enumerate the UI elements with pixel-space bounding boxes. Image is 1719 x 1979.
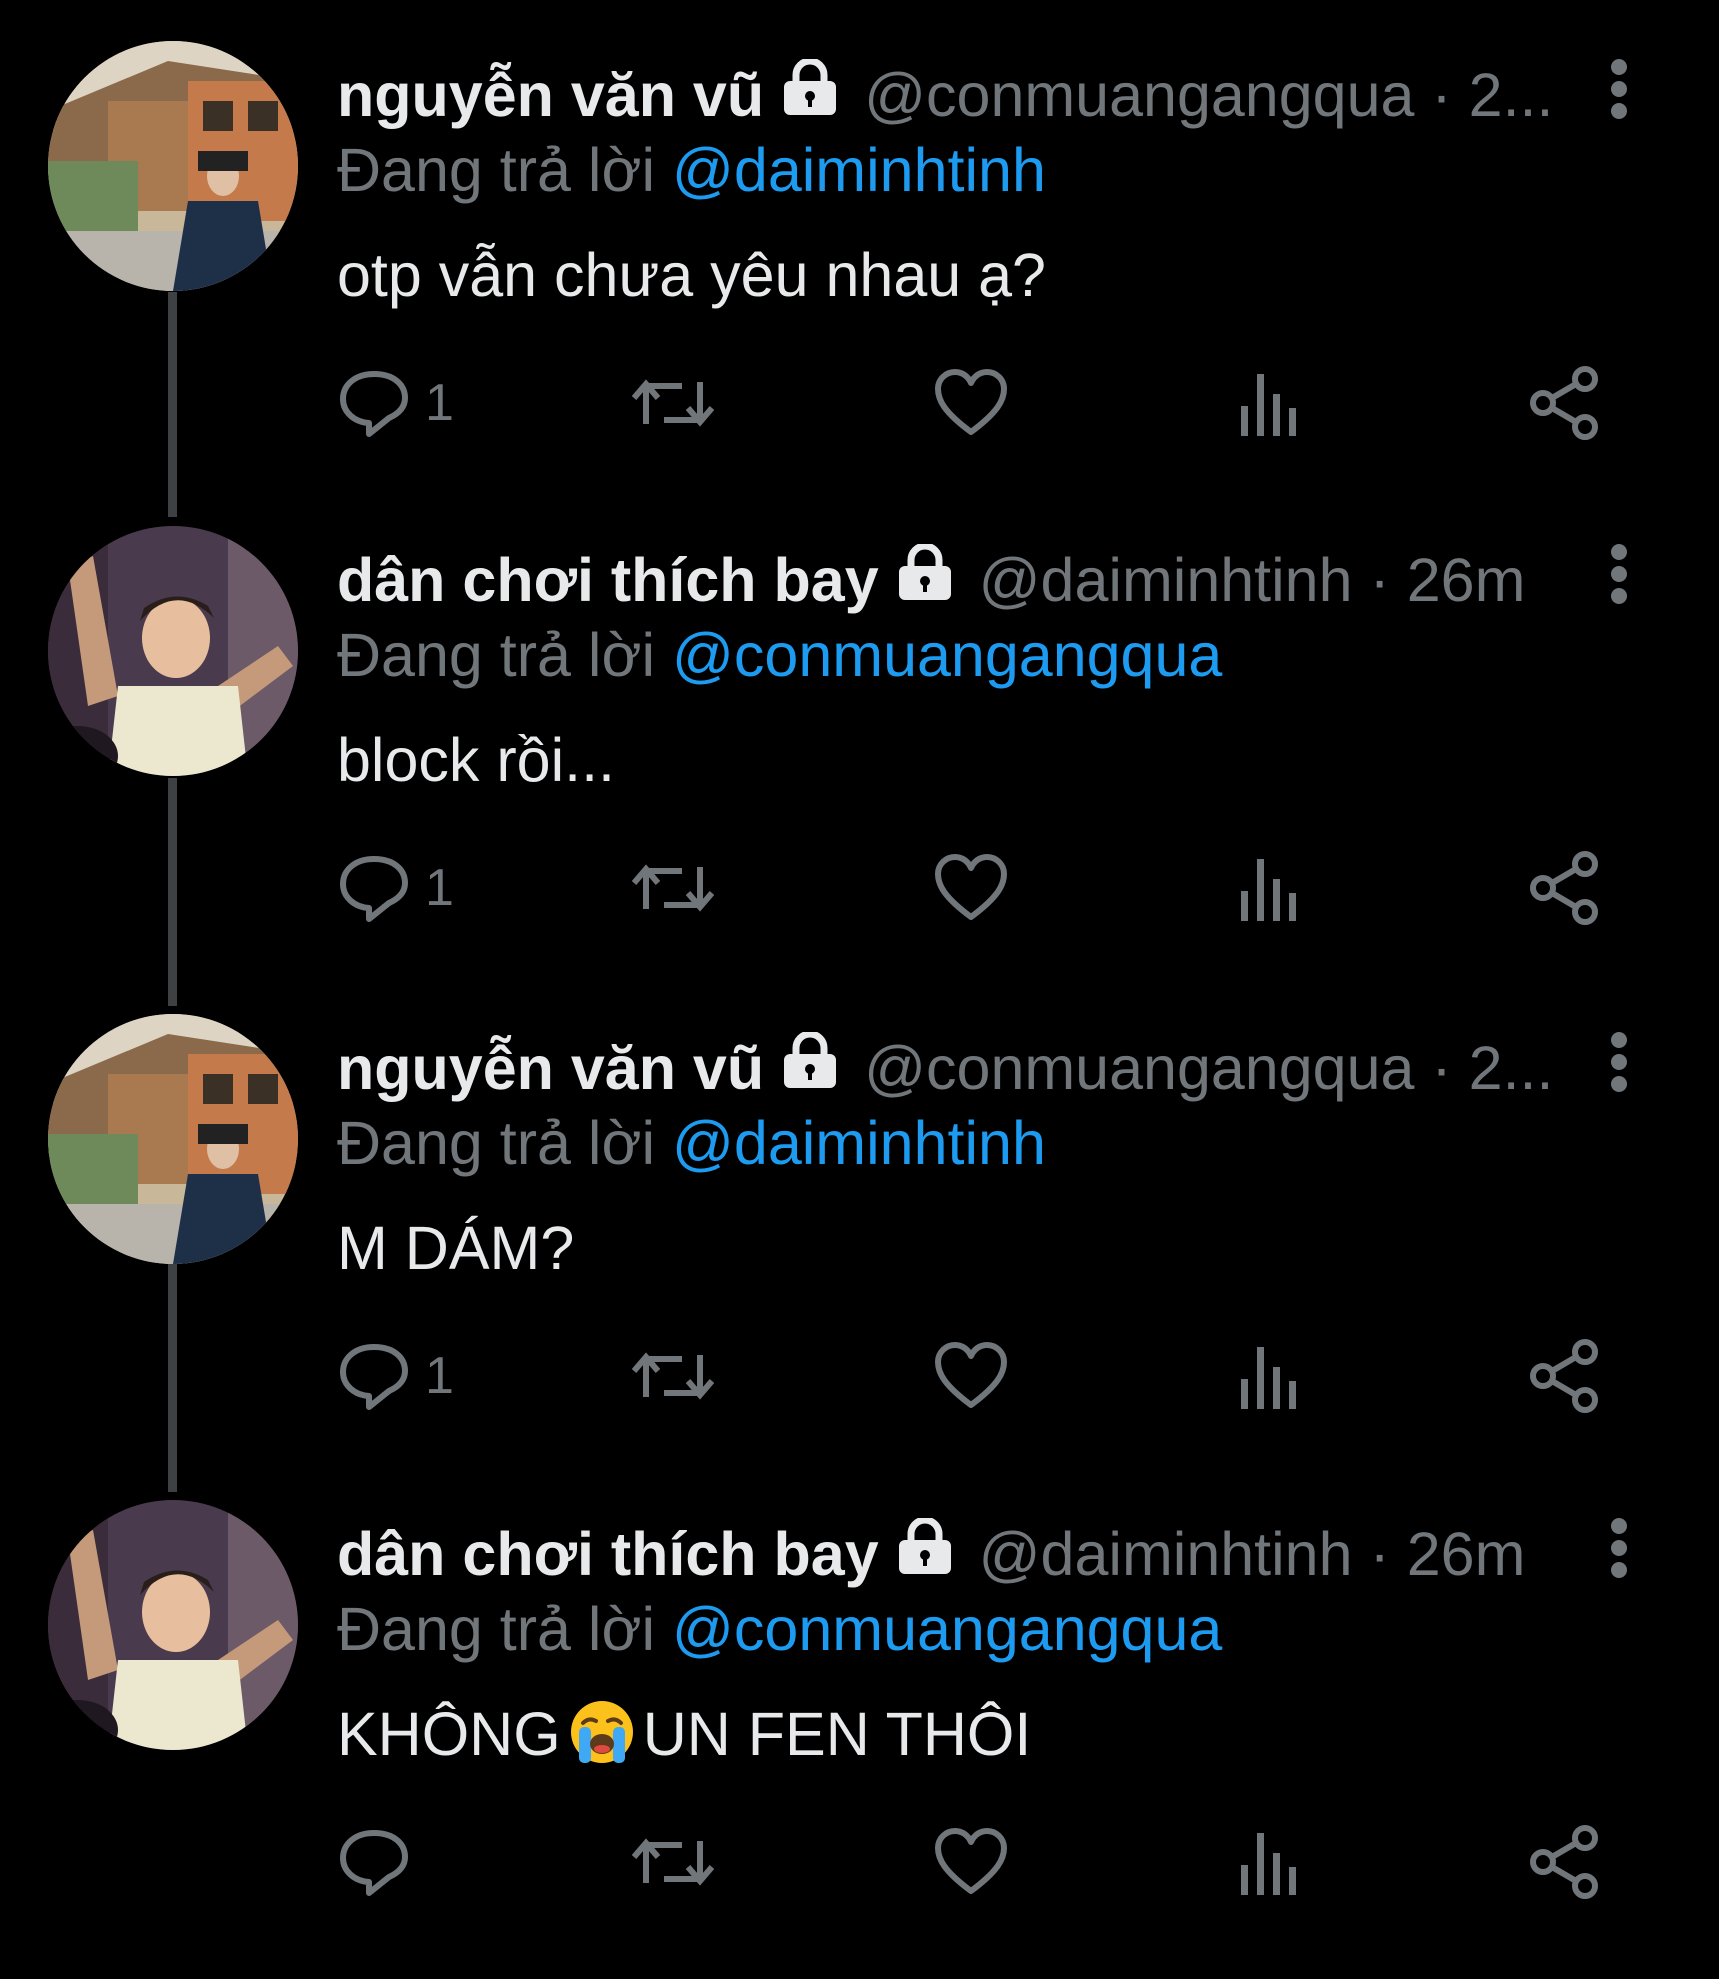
retweet-button[interactable] — [632, 363, 714, 443]
author-handle-time[interactable]: @conmuangangqua · 2... — [864, 1033, 1553, 1103]
loudly-crying-face-icon — [569, 1699, 635, 1779]
share-icon — [1530, 1825, 1598, 1899]
reply-button[interactable] — [337, 1822, 425, 1902]
tweet[interactable]: nguyễn văn vũ @conmuangangqua · 2... Đan… — [0, 35, 1719, 520]
lock-icon — [893, 542, 957, 616]
tweet-header: nguyễn văn vũ @conmuangangqua · 2... — [337, 55, 1567, 135]
tweet-header: nguyễn văn vũ @conmuangangqua · 2... — [337, 1028, 1567, 1108]
heart-icon — [935, 1828, 1007, 1894]
reply-mention-link[interactable]: @daiminhtinh — [672, 136, 1046, 204]
lock-icon — [778, 57, 842, 131]
share-button[interactable] — [1527, 848, 1603, 928]
author-handle-time[interactable]: @daiminhtinh · 26m — [979, 1519, 1526, 1589]
views-button[interactable] — [1237, 848, 1301, 928]
like-button[interactable] — [934, 1822, 1008, 1902]
retweet-icon — [632, 864, 714, 912]
reply-mention-link[interactable]: @conmuangangqua — [672, 621, 1222, 689]
author-display-name[interactable]: dân chơi thích bay — [337, 545, 879, 615]
views-button[interactable] — [1237, 1822, 1301, 1902]
author-handle-time[interactable]: @daiminhtinh · 26m — [979, 545, 1526, 615]
retweet-icon — [632, 379, 714, 427]
heart-icon — [935, 1342, 1007, 1408]
tweet-header: dân chơi thích bay @daiminhtinh · 26m — [337, 540, 1567, 620]
share-button[interactable] — [1527, 363, 1603, 443]
tweet-actions: 1 — [337, 848, 1637, 928]
views-button[interactable] — [1237, 1336, 1301, 1416]
avatar-conmuangangqua[interactable] — [48, 1014, 298, 1264]
share-icon — [1530, 851, 1598, 925]
like-button[interactable] — [934, 363, 1008, 443]
bar-chart-icon — [1241, 374, 1296, 436]
avatar-conmuangangqua[interactable] — [48, 41, 298, 291]
more-vertical-icon[interactable] — [1599, 1512, 1639, 1592]
tweet-actions — [337, 1822, 1637, 1902]
tweet-text-after-emoji: UN FEN THÔI — [642, 1700, 1032, 1769]
avatar-daiminhtinh[interactable] — [48, 526, 298, 776]
heart-icon — [935, 854, 1007, 920]
tweet[interactable]: dân chơi thích bay @daiminhtinh · 26m Đa… — [0, 1494, 1719, 1979]
reply-button[interactable]: 1 — [337, 848, 454, 928]
share-button[interactable] — [1527, 1822, 1603, 1902]
more-vertical-icon[interactable] — [1599, 53, 1639, 133]
tweet-text-before-emoji: KHÔNG — [337, 1700, 561, 1769]
reply-icon — [340, 1344, 408, 1410]
tweet[interactable]: dân chơi thích bay @daiminhtinh · 26m Đa… — [0, 520, 1719, 1005]
reply-count: 1 — [425, 859, 454, 917]
bar-chart-icon — [1241, 1347, 1296, 1409]
tweet-actions: 1 — [337, 363, 1637, 443]
avatar-daiminhtinh[interactable] — [48, 1500, 298, 1750]
replying-to-line: Đang trả lời @conmuangangqua — [337, 620, 1222, 690]
share-icon — [1530, 366, 1598, 440]
reply-icon — [340, 1830, 408, 1896]
lock-icon — [778, 1030, 842, 1104]
reply-mention-link[interactable]: @daiminhtinh — [672, 1109, 1046, 1177]
like-button[interactable] — [934, 1336, 1008, 1416]
tweet-actions: 1 — [337, 1336, 1637, 1416]
reply-count: 1 — [425, 1347, 454, 1405]
author-display-name[interactable]: dân chơi thích bay — [337, 1519, 879, 1589]
share-button[interactable] — [1527, 1336, 1603, 1416]
author-handle-time[interactable]: @conmuangangqua · 2... — [864, 60, 1553, 130]
tweet[interactable]: nguyễn văn vũ @conmuangangqua · 2... Đan… — [0, 1008, 1719, 1493]
reply-icon — [340, 856, 408, 922]
tweet-header: dân chơi thích bay @daiminhtinh · 26m — [337, 1514, 1567, 1594]
heart-icon — [935, 369, 1007, 435]
replying-to-label: Đang trả lời — [337, 621, 656, 689]
reply-button[interactable]: 1 — [337, 363, 454, 443]
tweet-text: M DÁM? — [337, 1214, 575, 1282]
lock-icon — [893, 1516, 957, 1590]
reply-mention-link[interactable]: @conmuangangqua — [672, 1595, 1222, 1663]
reply-button[interactable]: 1 — [337, 1336, 454, 1416]
author-display-name[interactable]: nguyễn văn vũ — [337, 1033, 764, 1103]
bar-chart-icon — [1241, 1833, 1296, 1895]
replying-to-line: Đang trả lời @conmuangangqua — [337, 1594, 1222, 1664]
tweet-text: block rồi... — [337, 726, 615, 794]
replying-to-line: Đang trả lời @daiminhtinh — [337, 1108, 1046, 1178]
retweet-icon — [632, 1352, 714, 1400]
retweet-button[interactable] — [632, 848, 714, 928]
replying-to-label: Đang trả lời — [337, 1595, 656, 1663]
share-icon — [1530, 1339, 1598, 1413]
tweet-text: KHÔNG UN FEN THÔI — [337, 1699, 1031, 1779]
author-display-name[interactable]: nguyễn văn vũ — [337, 60, 764, 130]
like-button[interactable] — [934, 848, 1008, 928]
retweet-icon — [632, 1838, 714, 1886]
replying-to-label: Đang trả lời — [337, 1109, 656, 1177]
retweet-button[interactable] — [632, 1822, 714, 1902]
tweet-text: otp vẫn chưa yêu nhau ạ? — [337, 241, 1046, 309]
reply-icon — [340, 371, 408, 437]
views-button[interactable] — [1237, 363, 1301, 443]
replying-to-line: Đang trả lời @daiminhtinh — [337, 135, 1046, 205]
replying-to-label: Đang trả lời — [337, 136, 656, 204]
more-vertical-icon[interactable] — [1599, 538, 1639, 618]
retweet-button[interactable] — [632, 1336, 714, 1416]
more-vertical-icon[interactable] — [1599, 1026, 1639, 1106]
reply-count: 1 — [425, 374, 454, 432]
bar-chart-icon — [1241, 859, 1296, 921]
